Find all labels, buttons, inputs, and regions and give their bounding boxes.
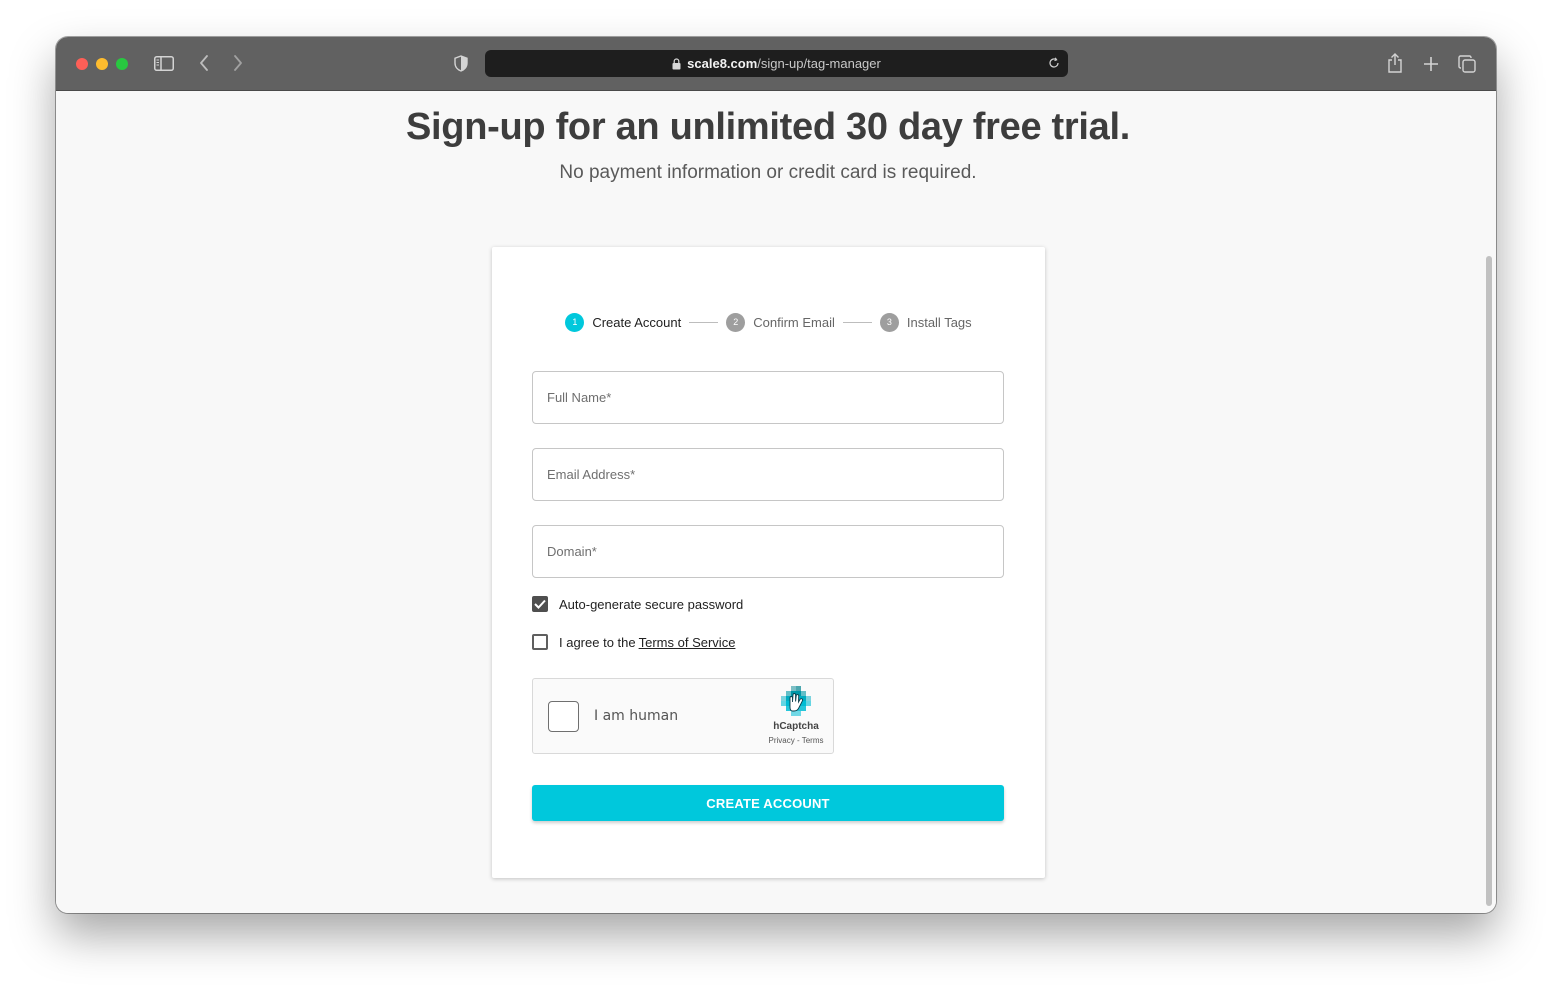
maximize-window-button[interactable] (116, 58, 128, 70)
step-install-tags: 3 Install Tags (879, 312, 972, 332)
step-create-account: 1 Create Account (565, 312, 682, 332)
signup-card: 1 Create Account 2 Confirm Email 3 Insta… (492, 247, 1045, 878)
captcha-checkbox[interactable] (548, 701, 579, 732)
privacy-shield-icon[interactable] (452, 52, 470, 74)
auto-password-checkbox[interactable] (532, 596, 548, 612)
url-domain: scale8.com (687, 56, 758, 71)
step-label: Confirm Email (753, 314, 835, 330)
signup-stepper: 1 Create Account 2 Confirm Email 3 Insta… (492, 311, 1045, 333)
step-connector (689, 321, 719, 323)
checkmark-icon (534, 599, 546, 609)
captcha-label: I am human (594, 708, 679, 724)
step-number: 1 (565, 312, 585, 332)
step-number: 2 (726, 312, 746, 332)
full-name-field (532, 371, 1004, 424)
reload-icon[interactable] (1046, 55, 1062, 71)
address-bar[interactable]: scale8.com/sign-up/tag-manager (485, 50, 1068, 77)
url-path: /sign-up/tag-manager (757, 56, 881, 71)
auto-password-row[interactable]: Auto-generate secure password (532, 596, 743, 612)
terms-checkbox[interactable] (532, 634, 548, 650)
forward-arrow-icon[interactable] (228, 52, 248, 74)
new-tab-plus-icon[interactable] (1420, 53, 1442, 75)
step-label: Create Account (592, 314, 682, 330)
tab-overview-icon[interactable] (1456, 53, 1478, 75)
sidebar-toggle-icon[interactable] (153, 54, 175, 72)
domain-field (532, 525, 1004, 578)
create-account-button[interactable]: CREATE ACCOUNT (532, 785, 1004, 821)
share-icon[interactable] (1384, 51, 1406, 75)
step-confirm-email: 2 Confirm Email (726, 312, 835, 332)
lock-icon (672, 57, 681, 70)
step-number: 3 (879, 312, 899, 332)
captcha-privacy-terms-links[interactable]: Privacy - Terms (761, 736, 831, 745)
browser-window: scale8.com/sign-up/tag-manager Sign-up f… (56, 37, 1496, 913)
close-window-button[interactable] (76, 58, 88, 70)
page-content: Sign-up for an unlimited 30 day free tri… (56, 92, 1496, 913)
terms-row[interactable]: I agree to the Terms of Service (532, 634, 735, 650)
email-field (532, 448, 1004, 501)
step-label: Install Tags (906, 314, 972, 330)
scrollbar-thumb[interactable] (1486, 256, 1492, 906)
terms-of-service-link[interactable]: Terms of Service (639, 635, 736, 650)
browser-titlebar: scale8.com/sign-up/tag-manager (56, 37, 1496, 91)
back-arrow-icon[interactable] (194, 52, 214, 74)
full-name-input[interactable] (533, 372, 1003, 423)
page-subheadline: No payment information or credit card is… (559, 162, 977, 183)
email-input[interactable] (533, 449, 1003, 500)
hcaptcha-widget: I am human hCaptcha Privacy - Terms (532, 678, 834, 754)
hcaptcha-logo-icon (779, 686, 813, 720)
captcha-brand: hCaptcha (773, 721, 819, 732)
page-headline: Sign-up for an unlimited 30 day free tri… (406, 106, 1130, 148)
step-connector (842, 321, 872, 323)
minimize-window-button[interactable] (96, 58, 108, 70)
domain-input[interactable] (533, 526, 1003, 577)
auto-password-label: Auto-generate secure password (559, 596, 744, 612)
terms-label: I agree to the (559, 634, 636, 650)
